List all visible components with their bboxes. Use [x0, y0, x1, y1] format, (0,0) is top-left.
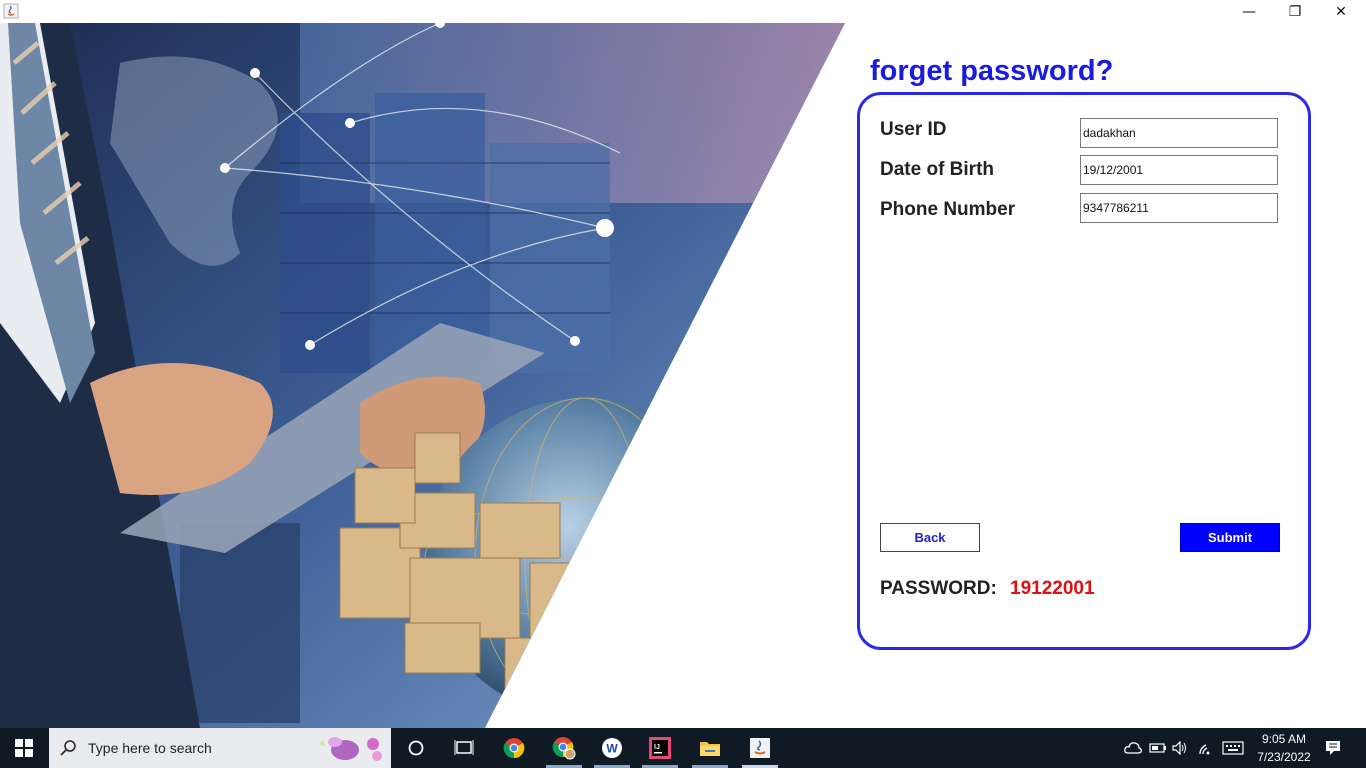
- dob-label: Date of Birth: [880, 159, 994, 180]
- volume-icon[interactable]: [1172, 741, 1188, 755]
- java-icon: [750, 738, 770, 758]
- user-id-label: User ID: [880, 119, 947, 140]
- notification-icon[interactable]: [1324, 739, 1342, 757]
- minimize-button[interactable]: —: [1226, 0, 1272, 23]
- clock-time[interactable]: 9:05 AM: [1252, 732, 1316, 746]
- page-title: forget password?: [870, 55, 1114, 87]
- user-id-input[interactable]: dadakhan: [1080, 118, 1278, 148]
- dob-input[interactable]: 19/12/2001: [1080, 155, 1278, 185]
- onedrive-icon[interactable]: [1124, 740, 1142, 756]
- search-highlight-icon: [319, 737, 382, 761]
- phone-input[interactable]: 9347786211: [1080, 193, 1278, 223]
- chrome-icon: [503, 738, 525, 759]
- taskbar-file-explorer[interactable]: [690, 728, 730, 768]
- windows-start-button[interactable]: [0, 728, 48, 768]
- taskbar-chrome[interactable]: [494, 728, 534, 768]
- password-value: 19122001: [1010, 578, 1095, 599]
- search-icon: [60, 740, 76, 756]
- app-w-icon: W: [602, 738, 622, 758]
- close-button[interactable]: ✕: [1318, 0, 1364, 23]
- taskbar-app-w[interactable]: W: [592, 728, 632, 768]
- search-placeholder: Type here to search: [88, 740, 212, 756]
- back-button[interactable]: Back: [880, 523, 980, 552]
- java-app-icon: [3, 3, 19, 19]
- cortana-button[interactable]: [396, 728, 436, 768]
- svg-text:IJ: IJ: [654, 744, 660, 751]
- task-view-icon: [454, 740, 474, 755]
- taskbar-chrome-profile[interactable]: [544, 728, 584, 768]
- windows-icon: [15, 739, 33, 757]
- chrome-profile-icon: [552, 737, 576, 760]
- file-explorer-icon: [700, 742, 720, 756]
- svg-text:W: W: [606, 742, 618, 756]
- submit-button[interactable]: Submit: [1180, 523, 1280, 552]
- taskbar-java[interactable]: [740, 728, 780, 768]
- keyboard-icon[interactable]: [1222, 741, 1244, 755]
- battery-icon[interactable]: [1149, 741, 1167, 755]
- password-label: PASSWORD:: [880, 578, 997, 599]
- phone-label: Phone Number: [880, 199, 1016, 220]
- intellij-icon: IJ: [649, 737, 671, 759]
- taskbar-intellij[interactable]: IJ: [640, 728, 680, 768]
- task-view-button[interactable]: [444, 728, 484, 768]
- clock-date[interactable]: 7/23/2022: [1252, 750, 1316, 764]
- wifi-icon[interactable]: [1198, 740, 1214, 756]
- hero-image: [0, 23, 845, 728]
- title-bar: — ❐ ✕: [0, 0, 1366, 23]
- restore-button[interactable]: ❐: [1272, 0, 1318, 23]
- cortana-icon: [408, 740, 424, 756]
